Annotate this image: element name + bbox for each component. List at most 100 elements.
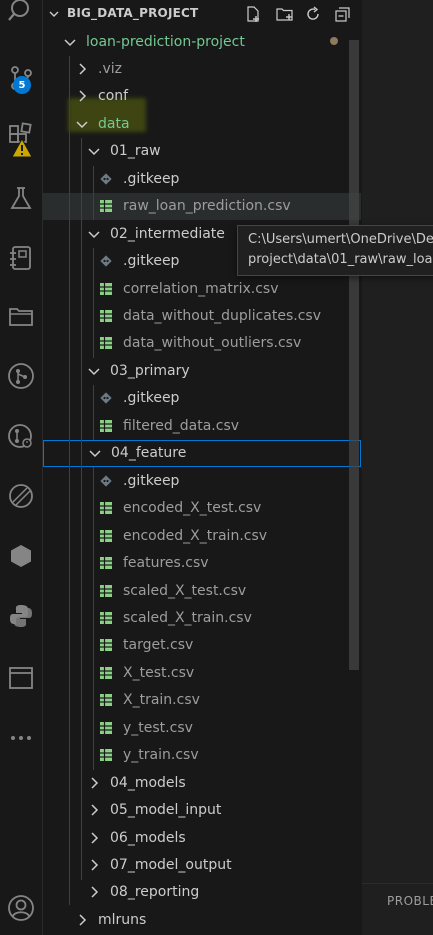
chevron-right-icon: [79, 63, 87, 75]
indent-guide: [93, 166, 94, 220]
panel-divider: [362, 883, 433, 884]
new-folder-button[interactable]: [275, 4, 295, 24]
csv-file-icon: [100, 529, 112, 542]
remote-explorer-icon[interactable]: [0, 476, 42, 516]
new-file-button[interactable]: [243, 4, 263, 24]
tooltip-line-1: C:\Users\umert\OneDrive\De: [248, 232, 433, 247]
more-ellipsis-icon[interactable]: [0, 718, 42, 758]
notebook-icon[interactable]: [0, 238, 42, 278]
file-item-gitkeep[interactable]: .gitkeep: [43, 385, 361, 412]
chevron-down-icon: [89, 450, 101, 458]
folder-item-07-model-output[interactable]: 07_model_output: [43, 852, 361, 879]
warning-icon: [11, 138, 33, 158]
file-item-features-csv[interactable]: features.csv: [43, 550, 361, 577]
file-item-gitkeep[interactable]: .gitkeep: [43, 165, 361, 192]
python-icon[interactable]: [0, 596, 42, 636]
tree-item-label: 01_raw: [110, 143, 161, 160]
tree-item-label: raw_loan_prediction.csv: [123, 198, 291, 215]
refresh-icon: [307, 6, 319, 20]
hexagon-icon[interactable]: [0, 536, 42, 576]
tree-item-label: .gitkeep: [123, 390, 180, 407]
new-file-icon: [247, 6, 259, 22]
explorer-scrollbar[interactable]: [349, 40, 359, 670]
csv-file-icon: [100, 749, 112, 762]
folder-item-06-models[interactable]: 06_models: [43, 824, 361, 851]
file-item-gitkeep[interactable]: .gitkeep: [43, 467, 361, 494]
tree-item-label: mlruns: [98, 911, 147, 928]
folder-item-data[interactable]: data: [43, 110, 361, 137]
csv-file-icon: [100, 337, 112, 350]
file-item-filtered-data-csv[interactable]: filtered_data.csv: [43, 412, 361, 439]
folder-item-loan-prediction-project[interactable]: loan-prediction-project: [43, 28, 361, 55]
file-item-scaled-x-test-csv[interactable]: scaled_X_test.csv: [43, 577, 361, 604]
chevron-right-icon: [91, 859, 99, 871]
file-item-encoded-x-test-csv[interactable]: encoded_X_test.csv: [43, 495, 361, 522]
indent-guide: [81, 138, 82, 880]
tree-item-label: 02_intermediate: [110, 225, 225, 242]
chevron-right-icon: [91, 777, 99, 789]
tree-item-label: .viz: [98, 60, 122, 77]
chevron-right-icon: [79, 914, 87, 926]
explorer-sidebar: BIG_DATA_PROJECT loan-prediction-project…: [43, 0, 361, 935]
file-item-data-without-duplicates-csv[interactable]: data_without_duplicates.csv: [43, 303, 361, 330]
folder-item-03-primary[interactable]: 03_primary: [43, 357, 361, 384]
folder-item-04-models[interactable]: 04_models: [43, 769, 361, 796]
tree-item-label: 07_model_output: [110, 857, 232, 873]
refresh-explorer-button[interactable]: [303, 4, 323, 24]
csv-file-icon: [100, 666, 112, 679]
file-item-scaled-x-train-csv[interactable]: scaled_X_train.csv: [43, 604, 361, 631]
csv-file-icon: [100, 584, 112, 597]
folder-item-01-raw[interactable]: 01_raw: [43, 138, 361, 165]
file-item-x-test-csv[interactable]: X_test.csv: [43, 659, 361, 686]
search-icon[interactable]: [0, 0, 42, 36]
csv-file-icon: [100, 502, 112, 515]
file-item-target-csv[interactable]: target.csv: [43, 632, 361, 659]
collapse-folders-button[interactable]: [333, 4, 353, 24]
explorer-header[interactable]: BIG_DATA_PROJECT: [43, 0, 361, 28]
folder-item-mlruns[interactable]: mlruns: [43, 906, 361, 933]
workspace-title: BIG_DATA_PROJECT: [67, 6, 199, 20]
account-icon[interactable]: [0, 888, 42, 928]
file-item-correlation-matrix-csv[interactable]: correlation_matrix.csv: [43, 275, 361, 302]
tooltip-line-2: project\data\01_raw\raw_loa: [248, 252, 433, 267]
file-item-data-without-outliers-csv[interactable]: data_without_outliers.csv: [43, 330, 361, 357]
gitkeep-file-icon: [100, 392, 112, 405]
csv-file-icon: [100, 694, 112, 707]
csv-file-icon: [100, 557, 112, 570]
tree-item-label: features.csv: [123, 555, 209, 572]
chevron-right-icon: [91, 832, 99, 844]
csv-file-icon: [100, 282, 112, 295]
git-history-icon[interactable]: [0, 416, 42, 456]
folder-item-viz[interactable]: .viz: [43, 55, 361, 82]
file-item-encoded-x-train-csv[interactable]: encoded_X_train.csv: [43, 522, 361, 549]
chevron-down-icon: [88, 148, 100, 156]
tree-item-label: scaled_X_train.csv: [123, 609, 252, 626]
tree-item-label: loan-prediction-project: [86, 33, 245, 50]
folder-item-04-feature[interactable]: 04_feature: [43, 439, 361, 467]
problems-tab[interactable]: PROBLE: [387, 894, 433, 908]
tree-item-label: encoded_X_test.csv: [123, 500, 262, 517]
tree-item-label: scaled_X_test.csv: [123, 582, 247, 599]
folder-item-conf[interactable]: conf: [43, 83, 361, 110]
folder-item-05-model-input[interactable]: 05_model_input: [43, 797, 361, 824]
tree-item-label: .gitkeep: [123, 472, 180, 489]
tree-item-label: y_train.csv: [123, 747, 199, 764]
chevron-down-icon: [64, 38, 76, 46]
file-item-raw-loan-prediction-csv[interactable]: raw_loan_prediction.csv: [43, 192, 361, 220]
file-item-x-train-csv[interactable]: X_train.csv: [43, 687, 361, 714]
panel-layout-icon[interactable]: [0, 658, 42, 698]
folder-item-08-reporting[interactable]: 08_reporting: [43, 879, 361, 906]
tree-item-label: y_test.csv: [123, 719, 193, 736]
file-item-y-test-csv[interactable]: y_test.csv: [43, 714, 361, 741]
testing-flask-icon[interactable]: [0, 178, 42, 218]
git-graph-icon[interactable]: [0, 356, 42, 396]
csv-file-icon: [100, 419, 112, 432]
tree-item-label: data_without_duplicates.csv: [123, 308, 321, 324]
tree-item-label: 04_feature: [111, 445, 187, 462]
file-path-tooltip: C:\Users\umert\OneDrive\De project\data\…: [237, 225, 433, 276]
folders-icon[interactable]: [0, 296, 42, 336]
tree-item-label: target.csv: [123, 637, 194, 654]
tree-item-label: data: [98, 115, 130, 132]
tree-item-label: 04_models: [110, 774, 186, 791]
file-item-y-train-csv[interactable]: y_train.csv: [43, 742, 361, 769]
